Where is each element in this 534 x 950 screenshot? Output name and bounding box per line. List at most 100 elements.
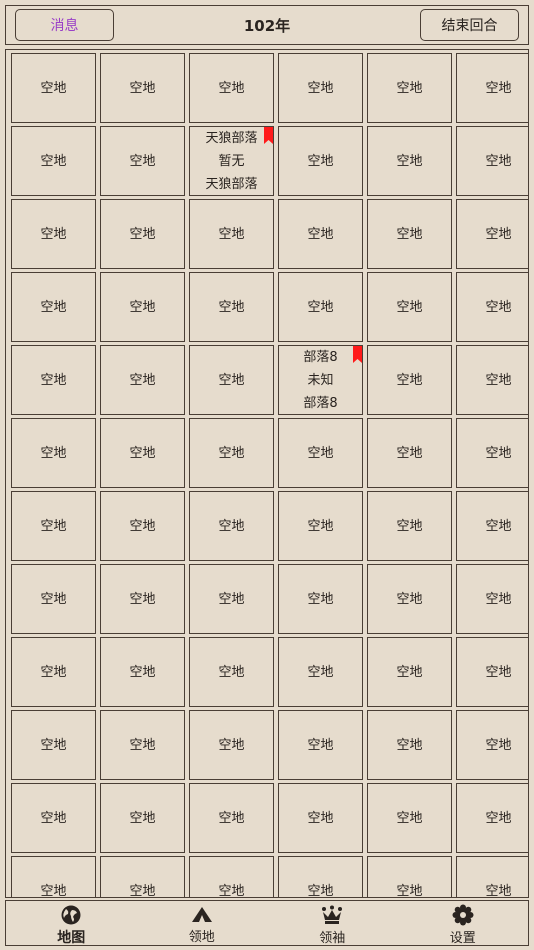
map-cell-empty[interactable]: 空地 [367,126,452,196]
map-cell-empty[interactable]: 空地 [367,783,452,853]
map-cell-empty[interactable]: 空地 [100,783,185,853]
map-cell-empty[interactable]: 空地 [11,345,96,415]
map-cell-empty[interactable]: 空地 [278,637,363,707]
map-cell-empty[interactable]: 空地 [278,199,363,269]
map-cell-empty[interactable]: 空地 [367,491,452,561]
nav-item-settings[interactable]: 设置 [398,901,529,946]
nav-item-map[interactable]: 地图 [6,901,137,946]
map-cell-empty[interactable]: 空地 [11,564,96,634]
map-cell-empty[interactable]: 空地 [100,564,185,634]
cell-label: 空地 [485,737,512,753]
map-cell-tribe[interactable]: 部落8 未知 部落8 [278,345,363,415]
map-cell-empty[interactable]: 空地 [11,637,96,707]
map-cell-empty[interactable]: 空地 [100,710,185,780]
map-cell-empty[interactable]: 空地 [11,272,96,342]
map-cell-empty[interactable]: 空地 [11,491,96,561]
map-cell-empty[interactable]: 空地 [456,491,528,561]
map-cell-empty[interactable]: 空地 [456,856,528,897]
map-cell-empty[interactable]: 空地 [100,856,185,897]
map-cell-empty[interactable]: 空地 [100,637,185,707]
map-cell-empty[interactable]: 空地 [100,126,185,196]
cell-label: 空地 [307,737,334,753]
nav-item-leader[interactable]: 领袖 [267,901,398,946]
map-cell-empty[interactable]: 空地 [189,783,274,853]
cell-label: 空地 [218,518,245,534]
cell-label: 空地 [218,372,245,388]
map-cell-empty[interactable]: 空地 [189,710,274,780]
map-cell-tribe[interactable]: 天狼部落 暂无 天狼部落 [189,126,274,196]
messages-button[interactable]: 消息 [15,9,114,41]
cell-label: 空地 [396,80,423,96]
map-cell-empty[interactable]: 空地 [189,272,274,342]
map-cell-empty[interactable]: 空地 [367,856,452,897]
map-cell-empty[interactable]: 空地 [367,564,452,634]
map-cell-empty[interactable]: 空地 [367,272,452,342]
map-cell-empty[interactable]: 空地 [189,637,274,707]
map-cell-empty[interactable]: 空地 [278,856,363,897]
cell-label: 空地 [307,153,334,169]
map-cell-empty[interactable]: 空地 [278,564,363,634]
cell-label: 空地 [307,591,334,607]
map-cell-empty[interactable]: 空地 [189,53,274,123]
map-cell-empty[interactable]: 空地 [456,564,528,634]
cell-label: 空地 [40,591,67,607]
map-cell-empty[interactable]: 空地 [456,272,528,342]
map-cell-empty[interactable]: 空地 [278,53,363,123]
cell-label: 空地 [485,372,512,388]
map-cell-empty[interactable]: 空地 [278,783,363,853]
map-cell-empty[interactable]: 空地 [367,199,452,269]
map-cell-empty[interactable]: 空地 [11,199,96,269]
map-cell-empty[interactable]: 空地 [100,418,185,488]
map-cell-empty[interactable]: 空地 [189,418,274,488]
end-turn-button[interactable]: 结束回合 [420,9,519,41]
map-cell-empty[interactable]: 空地 [278,418,363,488]
map-cell-empty[interactable]: 空地 [189,491,274,561]
map-cell-empty[interactable]: 空地 [456,53,528,123]
map-cell-empty[interactable]: 空地 [456,637,528,707]
map-cell-empty[interactable]: 空地 [189,345,274,415]
cell-label: 空地 [396,445,423,461]
map-cell-empty[interactable]: 空地 [11,856,96,898]
cell-label: 空地 [40,299,67,315]
map-cell-empty[interactable]: 空地 [189,564,274,634]
map-cell-empty[interactable]: 空地 [367,637,452,707]
nav-item-territory[interactable]: 领地 [137,901,268,945]
cell-label: 空地 [485,80,512,96]
map-cell-empty[interactable]: 空地 [100,199,185,269]
map-cell-empty[interactable]: 空地 [11,418,96,488]
cell-label: 空地 [485,299,512,315]
map-cell-empty[interactable]: 空地 [456,418,528,488]
map-cell-empty[interactable]: 空地 [456,126,528,196]
map-cell-empty[interactable]: 空地 [189,199,274,269]
cell-label: 空地 [218,664,245,680]
cell-label: 空地 [218,80,245,96]
map-cell-empty[interactable]: 空地 [100,53,185,123]
map-cell-empty[interactable]: 空地 [100,345,185,415]
cell-label: 空地 [218,445,245,461]
map-cell-empty[interactable]: 空地 [456,783,528,853]
cell-label: 空地 [40,883,67,898]
map-cell-empty[interactable]: 空地 [11,783,96,853]
map-cell-empty[interactable]: 空地 [278,491,363,561]
map-cell-empty[interactable]: 空地 [278,710,363,780]
map-cell-empty[interactable]: 空地 [367,53,452,123]
map-cell-empty[interactable]: 空地 [11,126,96,196]
map-cell-empty[interactable]: 空地 [456,710,528,780]
cell-label: 空地 [307,664,334,680]
map-cell-empty[interactable]: 空地 [456,345,528,415]
map-cell-empty[interactable]: 空地 [100,272,185,342]
map-viewport[interactable]: 空地 空地 空地 空地 空地 空地 空地 空地 天狼部落 暂无 天狼部落 空地 空地 空地 空地 空地 空地 空地… [5,49,529,898]
map-cell-empty[interactable]: 空地 [456,199,528,269]
map-cell-empty[interactable]: 空地 [367,418,452,488]
map-cell-empty[interactable]: 空地 [100,491,185,561]
bookmark-flag-icon [353,346,362,363]
map-cell-empty[interactable]: 空地 [11,53,96,123]
cell-label: 空地 [307,226,334,242]
map-cell-empty[interactable]: 空地 [189,856,274,897]
map-cell-empty[interactable]: 空地 [367,345,452,415]
map-cell-empty[interactable]: 空地 [278,126,363,196]
map-cell-empty[interactable]: 空地 [278,272,363,342]
gear-icon [451,904,475,926]
map-cell-empty[interactable]: 空地 [11,710,96,780]
map-cell-empty[interactable]: 空地 [367,710,452,780]
